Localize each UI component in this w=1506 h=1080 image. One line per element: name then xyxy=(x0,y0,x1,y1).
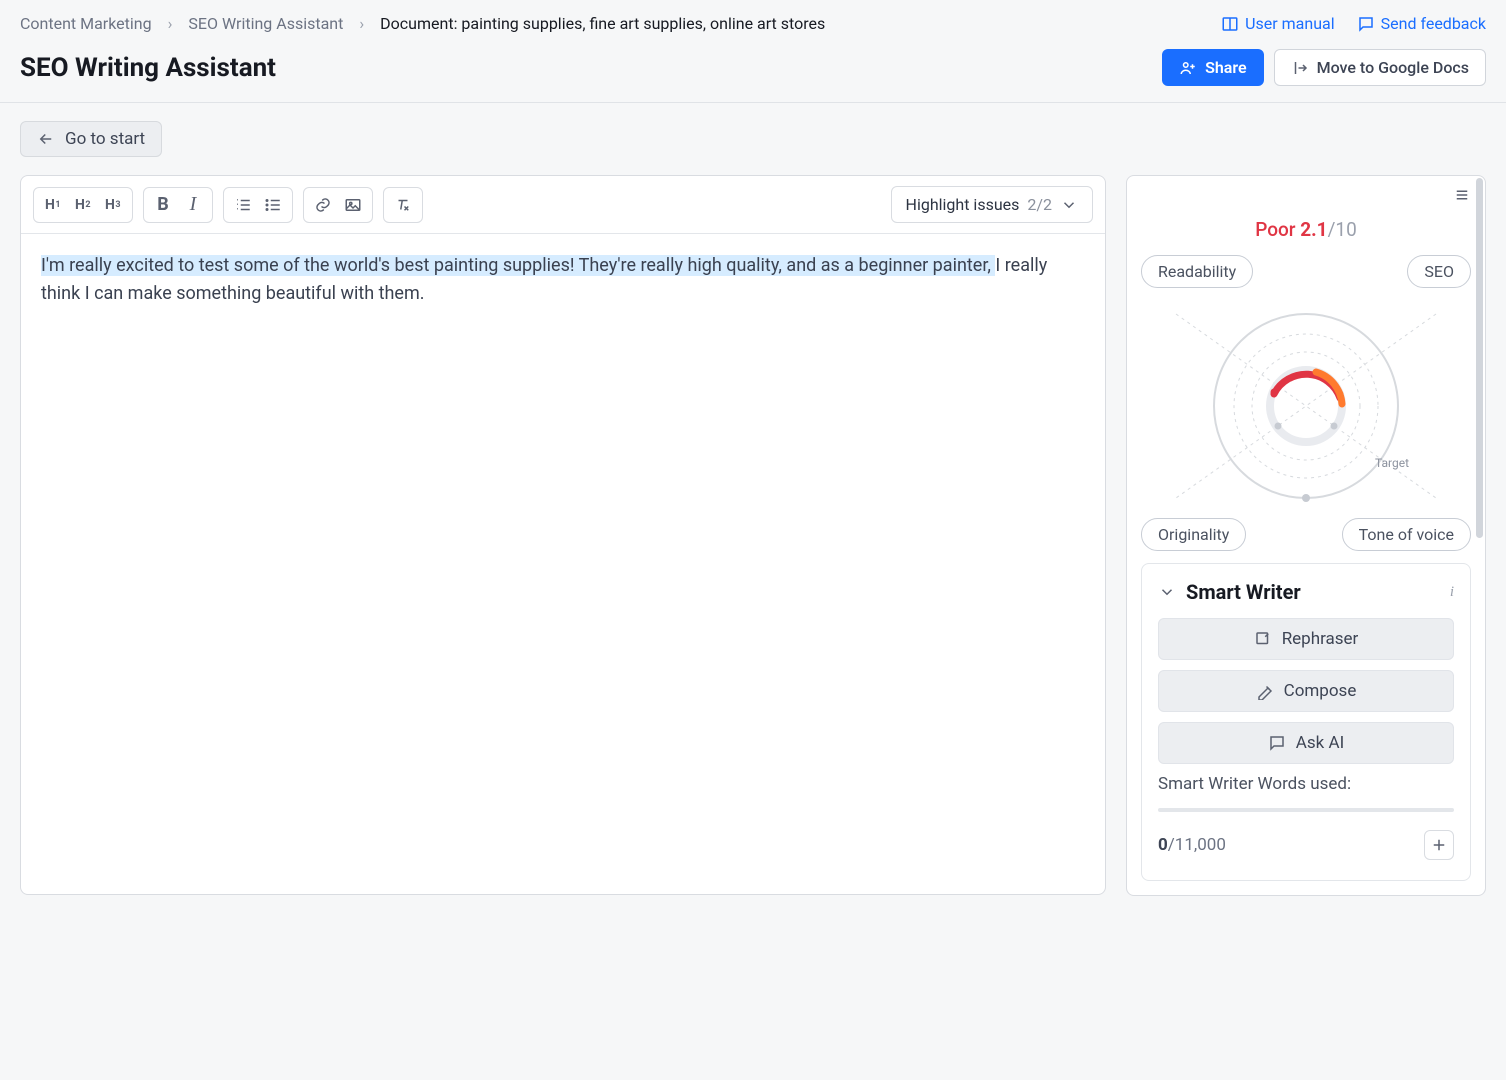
smart-writer-words-count: 0/11,000 xyxy=(1158,835,1226,855)
hamburger-icon xyxy=(1453,186,1471,204)
readability-chip[interactable]: Readability xyxy=(1141,255,1253,288)
smart-writer-card: Smart Writer i Rephraser Compose Ask AI … xyxy=(1141,563,1471,881)
link-button[interactable] xyxy=(310,192,336,218)
breadcrumb-current: Document: painting supplies, fine art su… xyxy=(380,14,825,33)
page-title: SEO Writing Assistant xyxy=(20,53,276,83)
bullet-list-button[interactable] xyxy=(260,192,286,218)
share-button[interactable]: Share xyxy=(1162,49,1264,86)
radar-chart: Target xyxy=(1127,294,1485,518)
chat-icon xyxy=(1357,15,1375,33)
clear-format-button[interactable] xyxy=(390,192,416,218)
bold-button[interactable]: B xyxy=(150,192,176,218)
breadcrumb-level2[interactable]: SEO Writing Assistant xyxy=(188,14,343,33)
highlighted-text: I'm really excited to test some of the w… xyxy=(41,255,579,276)
chat-icon xyxy=(1268,734,1286,752)
heading2-button[interactable]: H2 xyxy=(70,192,96,218)
chevron-down-icon xyxy=(1060,196,1078,214)
heading1-button[interactable]: H1 xyxy=(40,192,66,218)
link-icon xyxy=(314,196,332,214)
plus-icon xyxy=(1430,836,1448,854)
image-button[interactable] xyxy=(340,192,366,218)
chevron-right-icon: › xyxy=(168,14,173,33)
send-feedback-link[interactable]: Send feedback xyxy=(1357,14,1486,33)
editor-content[interactable]: I'm really excited to test some of the w… xyxy=(21,234,1105,326)
sidebar-menu-button[interactable] xyxy=(1453,186,1471,208)
go-to-start-button[interactable]: Go to start xyxy=(20,121,162,157)
ordered-list-icon xyxy=(234,196,252,214)
person-plus-icon xyxy=(1179,59,1197,77)
italic-button[interactable]: I xyxy=(180,192,206,218)
rephrase-icon xyxy=(1254,630,1272,648)
heading3-button[interactable]: H3 xyxy=(100,192,126,218)
ordered-list-button[interactable] xyxy=(230,192,256,218)
compose-icon xyxy=(1256,682,1274,700)
user-manual-link[interactable]: User manual xyxy=(1221,14,1335,33)
arrow-left-icon xyxy=(37,130,55,148)
book-icon xyxy=(1221,15,1239,33)
image-icon xyxy=(344,196,362,214)
clear-format-icon xyxy=(394,196,412,214)
chevron-right-icon: › xyxy=(359,14,364,33)
compose-button[interactable]: Compose xyxy=(1158,670,1454,712)
highlighted-text: They're really high quality, and as a be… xyxy=(579,255,996,276)
add-words-button[interactable] xyxy=(1424,830,1454,860)
page-header: Content Marketing › SEO Writing Assistan… xyxy=(0,0,1506,103)
highlight-issues-dropdown[interactable]: Highlight issues 2/2 xyxy=(891,186,1093,223)
quality-score: Poor 2.1/10 xyxy=(1127,218,1485,241)
words-progress xyxy=(1158,808,1454,812)
rephraser-button[interactable]: Rephraser xyxy=(1158,618,1454,660)
move-to-gdocs-button[interactable]: Move to Google Docs xyxy=(1274,49,1486,86)
originality-chip[interactable]: Originality xyxy=(1141,518,1246,551)
ask-ai-button[interactable]: Ask AI xyxy=(1158,722,1454,764)
smart-writer-title: Smart Writer xyxy=(1186,580,1301,604)
seo-chip[interactable]: SEO xyxy=(1407,255,1471,288)
editor-toolbar: H1 H2 H3 B I xyxy=(21,176,1105,234)
bullet-list-icon xyxy=(264,196,282,214)
info-icon[interactable]: i xyxy=(1450,584,1454,601)
chevron-down-icon[interactable] xyxy=(1158,583,1176,601)
sidebar-panel: Poor 2.1/10 Readability SEO xyxy=(1126,175,1486,896)
breadcrumb-level1[interactable]: Content Marketing xyxy=(20,14,152,33)
editor-pane: H1 H2 H3 B I xyxy=(20,175,1106,895)
target-label: Target xyxy=(1375,456,1409,470)
export-icon xyxy=(1291,59,1309,77)
breadcrumb: Content Marketing › SEO Writing Assistan… xyxy=(20,14,825,33)
tone-chip[interactable]: Tone of voice xyxy=(1342,518,1471,551)
smart-writer-words-label: Smart Writer Words used: xyxy=(1158,774,1454,794)
